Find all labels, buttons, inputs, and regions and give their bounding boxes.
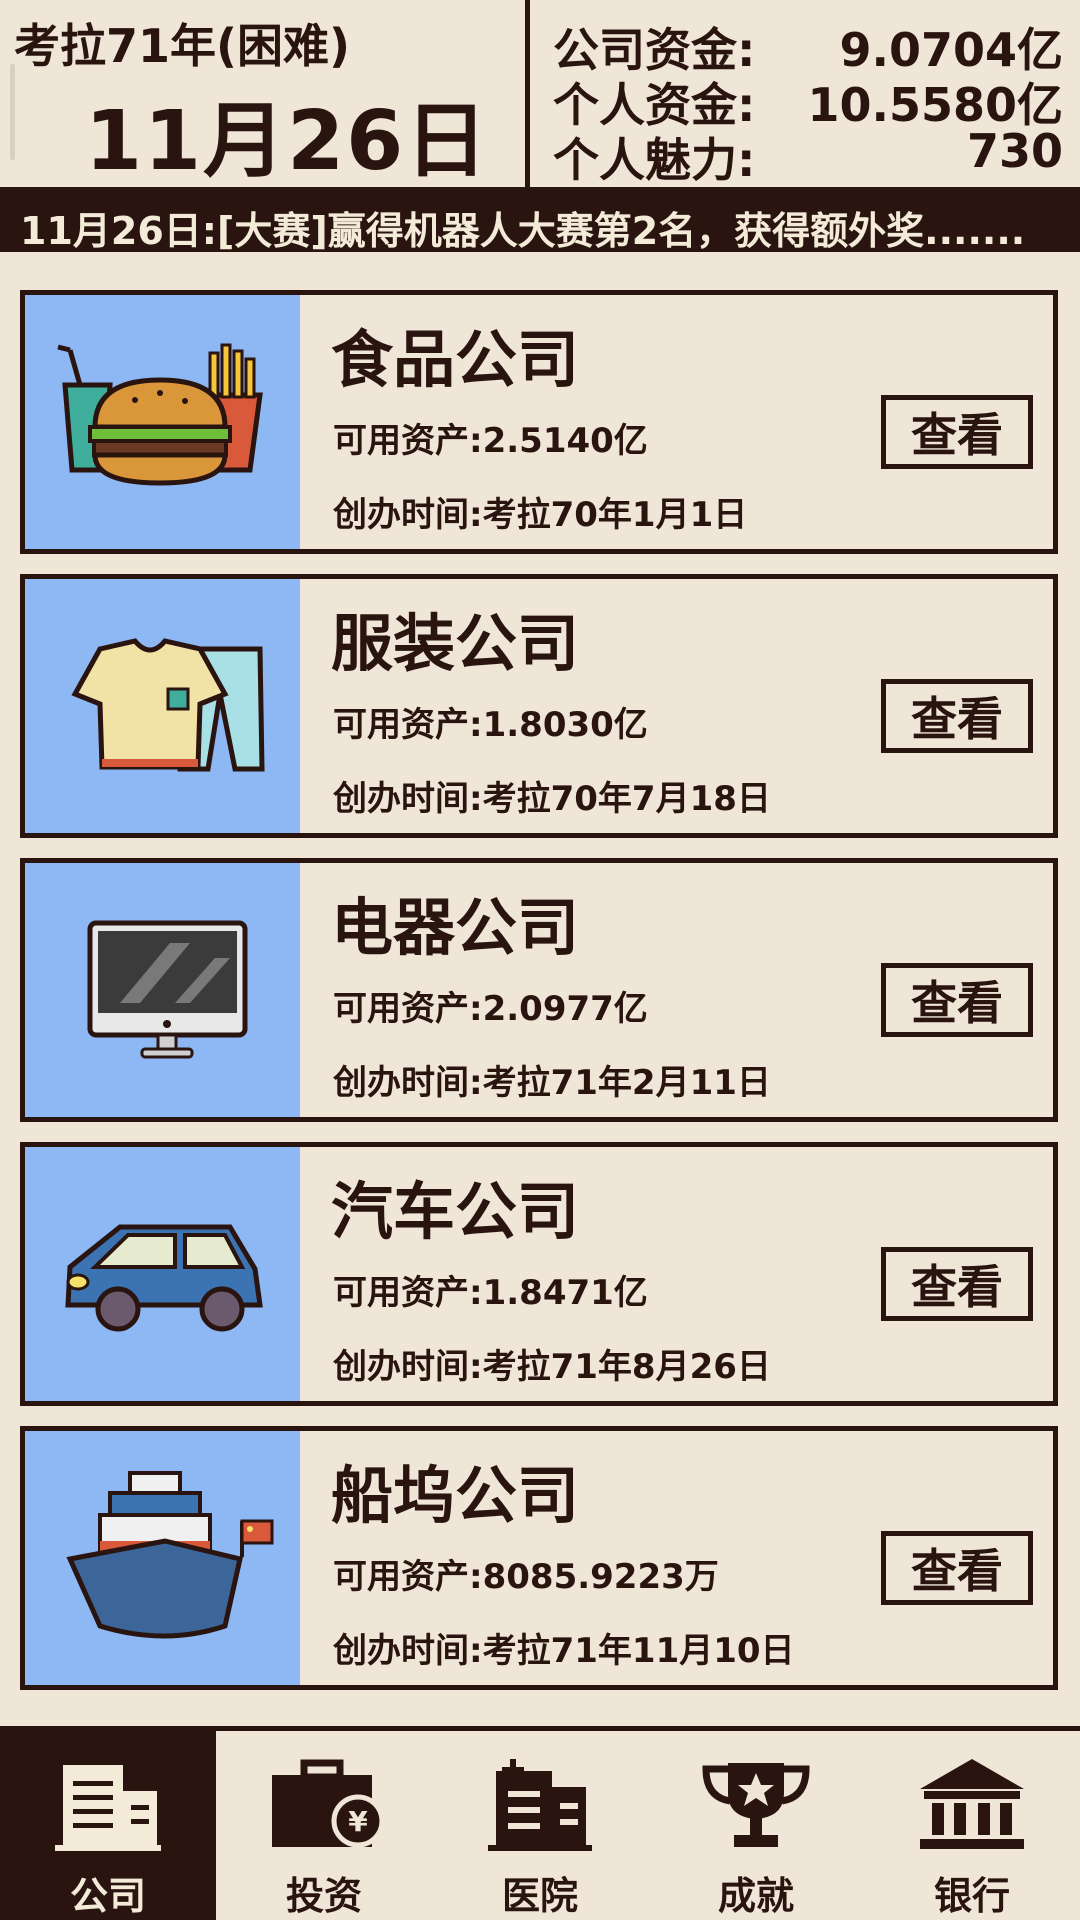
view-button[interactable]: 查看 (881, 963, 1033, 1037)
view-button[interactable]: 查看 (881, 395, 1033, 469)
company-funds-row: 公司资金: 9.0704亿 (553, 14, 1063, 77)
company-thumb (25, 1147, 300, 1401)
view-button[interactable]: 查看 (881, 679, 1033, 753)
company-name: 电器公司 (331, 891, 580, 964)
nav-label: 公司 (69, 1874, 146, 1918)
view-button[interactable]: 查看 (881, 1531, 1033, 1605)
bottom-nav: 公司 ¥ 投资 医院 成就 银行 (0, 1726, 1080, 1920)
ticker-text: 11月26日:[大赛]赢得机器人大赛第2名，获得额外奖....... (20, 209, 1026, 253)
company-name: 食品公司 (331, 323, 580, 396)
monitor-icon (87, 920, 248, 1059)
company-assets: 可用资产:1.8030亿 (333, 705, 648, 745)
nav-label: 投资 (285, 1874, 362, 1918)
company-founded: 创办时间:考拉71年11月10日 (333, 1631, 795, 1671)
nav-item-hospital[interactable]: 医院 (432, 1731, 648, 1920)
nav-label: 医院 (501, 1874, 578, 1918)
company-thumb (25, 579, 300, 833)
company-card-food: 食品公司 可用资产:2.5140亿 创办时间:考拉70年1月1日 查看 (20, 290, 1058, 554)
year-label: 考拉71年(困难) (14, 19, 351, 73)
panel-marker (10, 64, 15, 160)
nav-label: 银行 (933, 1874, 1010, 1918)
company-assets: 可用资产:8085.9223万 (333, 1557, 719, 1597)
company-founded: 创办时间:考拉70年1月1日 (333, 495, 748, 535)
trophy-icon (702, 1763, 810, 1847)
briefcase-yen-icon: ¥ (272, 1759, 382, 1848)
company-name: 服装公司 (331, 607, 580, 680)
company-card-electronics: 电器公司 可用资产:2.0977亿 创办时间:考拉71年2月11日 查看 (20, 858, 1058, 1122)
burger-fries-icon (57, 343, 263, 486)
status-header: 考拉71年(困难) 11月26日 公司资金: 9.0704亿 个人资金: 10.… (0, 0, 1080, 192)
ship-icon (66, 1471, 274, 1639)
view-button[interactable]: 查看 (881, 1247, 1033, 1321)
company-assets: 可用资产:1.8471亿 (333, 1273, 648, 1313)
office-building-icon (55, 1765, 161, 1851)
stat-value: 730 (966, 124, 1063, 178)
date-label: 11月26日 (85, 94, 490, 189)
company-founded: 创办时间:考拉71年2月11日 (333, 1063, 771, 1103)
company-thumb (25, 863, 300, 1117)
news-ticker[interactable]: 11月26日:[大赛]赢得机器人大赛第2名，获得额外奖....... (0, 192, 1080, 253)
stat-label: 个人魅力: (553, 133, 756, 187)
company-card-shipyard: 船坞公司 可用资产:8085.9223万 创办时间:考拉71年11月10日 查看 (20, 1426, 1058, 1690)
funds-panel: 公司资金: 9.0704亿 个人资金: 10.5580亿 个人魅力: 730 (535, 0, 1080, 192)
company-card-automobile: 汽车公司 可用资产:1.8471亿 创办时间:考拉71年8月26日 查看 (20, 1142, 1058, 1406)
nav-label: 成就 (717, 1874, 794, 1918)
charm-row: 个人魅力: 730 (553, 124, 1063, 187)
company-assets: 可用资产:2.0977亿 (333, 989, 648, 1029)
company-thumb (25, 295, 300, 549)
company-card-clothing: 服装公司 可用资产:1.8030亿 创办时间:考拉70年7月18日 查看 (20, 574, 1058, 838)
company-founded: 创办时间:考拉70年7月18日 (333, 779, 771, 819)
nav-item-bank[interactable]: 银行 (864, 1731, 1080, 1920)
personal-funds-row: 个人资金: 10.5580亿 (553, 69, 1063, 132)
nav-item-company[interactable]: 公司 (0, 1731, 216, 1920)
date-panel: 考拉71年(困难) 11月26日 (0, 0, 530, 192)
bank-icon (920, 1759, 1024, 1849)
company-assets: 可用资产:2.5140亿 (333, 421, 648, 461)
company-thumb (25, 1431, 300, 1685)
tshirt-pants-icon (71, 638, 265, 772)
nav-item-invest[interactable]: ¥ 投资 (216, 1731, 432, 1920)
svg-text:¥: ¥ (348, 1805, 368, 1838)
company-founded: 创办时间:考拉71年8月26日 (333, 1347, 771, 1387)
hospital-icon (488, 1759, 592, 1851)
car-icon (65, 1224, 263, 1332)
company-name: 船坞公司 (331, 1459, 580, 1532)
nav-item-achievements[interactable]: 成就 (648, 1731, 864, 1920)
company-name: 汽车公司 (331, 1175, 580, 1248)
